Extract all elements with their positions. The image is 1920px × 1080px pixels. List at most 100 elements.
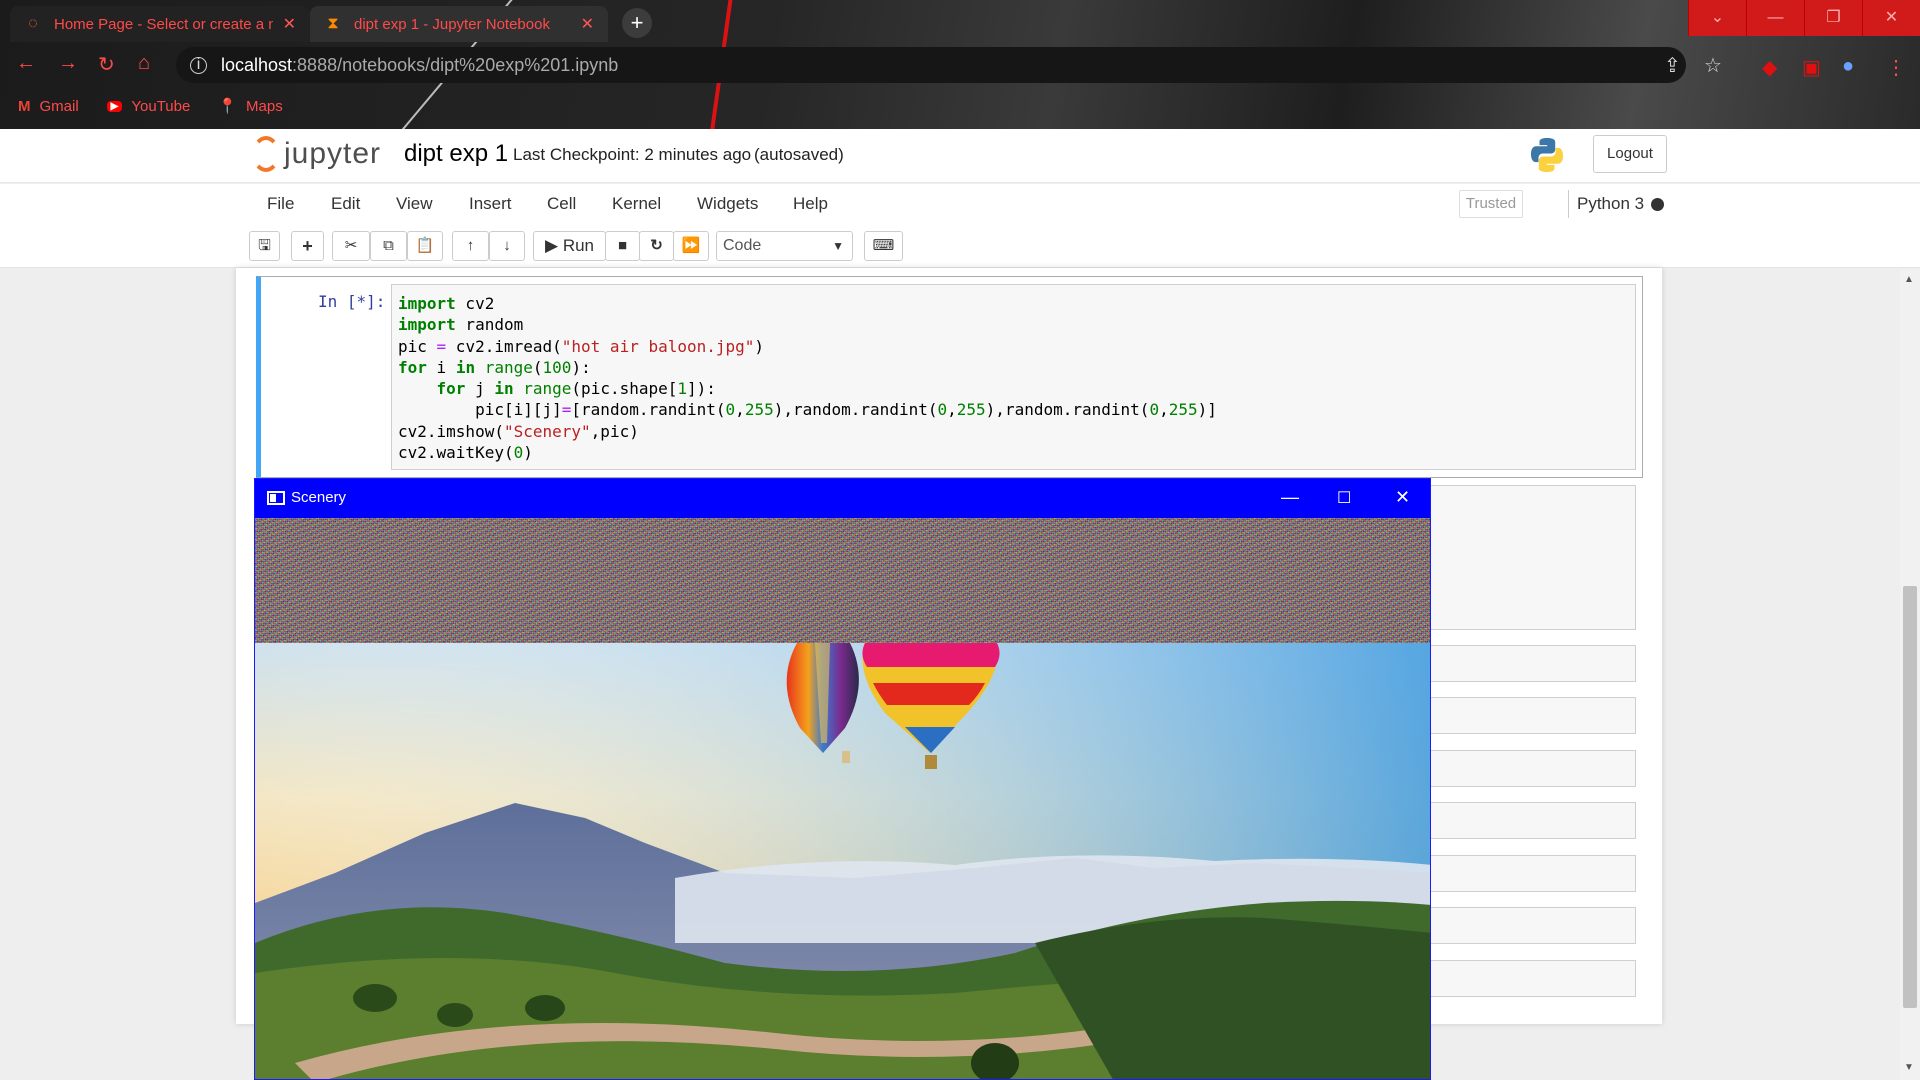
plus-icon: + [302, 236, 313, 256]
jupyter-logo-icon [252, 136, 280, 172]
run-label: Run [562, 236, 594, 255]
move-down-button[interactable]: ↓ [489, 231, 525, 261]
menu-cell[interactable]: Cell [547, 194, 576, 214]
code-line: for j in range(pic.shape[1]): [436, 379, 716, 399]
logout-button[interactable]: Logout [1593, 135, 1667, 173]
code-line: import random [398, 315, 524, 335]
empty-cell[interactable] [1430, 855, 1636, 892]
close-icon[interactable]: ✕ [1395, 487, 1410, 508]
menu-edit[interactable]: Edit [331, 194, 360, 214]
restore-window-icon[interactable]: ❐ [1804, 0, 1862, 36]
restart-kernel-button[interactable]: ↻ [639, 231, 674, 261]
minimize-icon[interactable]: — [1281, 487, 1299, 508]
tab-title: Home Page - Select or create a n [54, 15, 273, 33]
url-path: :8888/notebooks/dipt%20exp%201.ipynb [292, 54, 619, 75]
command-palette-button[interactable]: ⌨ [864, 231, 903, 261]
chevron-down-icon: ▼ [832, 239, 844, 253]
hot-air-balloon-photo [255, 643, 1430, 1079]
menu-view[interactable]: View [396, 194, 433, 214]
code-line: pic = cv2.imread("hot air baloon.jpg") [398, 336, 765, 356]
close-tab-icon[interactable]: ✕ [581, 14, 594, 34]
browser-menu-icon[interactable]: ⋮ [1886, 55, 1906, 80]
bookmark-gmail[interactable]: M Gmail [18, 98, 79, 115]
empty-cell[interactable] [1430, 960, 1636, 997]
interrupt-kernel-button[interactable]: ■ [605, 231, 640, 261]
bookmark-youtube[interactable]: ▶ YouTube [106, 97, 191, 115]
arrow-up-icon: ↑ [466, 237, 475, 254]
hourglass-icon: ⧗ [327, 15, 339, 32]
scrollbar-thumb[interactable] [1903, 586, 1917, 1008]
browser-tab-home[interactable]: ◌ Home Page - Select or create a n ✕ [10, 6, 310, 42]
close-window-icon[interactable]: ✕ [1862, 0, 1920, 36]
share-icon[interactable]: ⇪ [1664, 53, 1681, 78]
window-app-icon [267, 491, 285, 505]
notebook-name[interactable]: dipt exp 1 [404, 140, 508, 168]
copy-icon: ⧉ [383, 237, 394, 254]
bookmark-star-icon[interactable]: ☆ [1704, 53, 1722, 78]
bookmark-maps[interactable]: 📍 Maps [218, 97, 282, 116]
autosave-status: (autosaved) [754, 145, 844, 164]
code-line: pic[i][j]=[random.randint(0,255),random.… [398, 400, 1217, 420]
empty-cell[interactable] [1430, 750, 1636, 787]
address-bar[interactable]: i localhost:8888/notebooks/dipt%20exp%20… [176, 47, 1722, 83]
reload-icon[interactable]: ↻ [98, 52, 115, 77]
maps-icon: 📍 [218, 98, 238, 115]
page-scrollbar[interactable]: ▲ ▼ [1900, 270, 1920, 1080]
code-line: cv2.waitKey(0) [398, 443, 533, 463]
close-tab-icon[interactable]: ✕ [283, 14, 296, 34]
bookmark-label: YouTube [131, 97, 191, 115]
kernel-name[interactable]: Python 3 [1568, 190, 1644, 218]
paste-icon: 📋 [415, 237, 435, 254]
back-icon[interactable]: ← [16, 52, 36, 75]
forward-icon[interactable]: → [58, 52, 78, 75]
url-host: localhost [221, 54, 293, 75]
profile-avatar-icon[interactable]: ● [1842, 55, 1854, 78]
new-tab-button[interactable]: + [622, 8, 652, 38]
home-icon[interactable]: ⌂ [138, 52, 150, 75]
jupyter-logo[interactable]: jupyter [252, 136, 381, 172]
minimize-window-icon[interactable]: — [1746, 0, 1804, 36]
trusted-indicator[interactable]: Trusted [1459, 190, 1523, 218]
menu-widgets[interactable]: Widgets [697, 194, 758, 214]
opencv-image-window[interactable]: Scenery — ☐ ✕ [254, 478, 1431, 1080]
insert-cell-button[interactable]: + [291, 231, 324, 261]
extensions-puzzle-icon[interactable]: ▣ [1802, 55, 1821, 80]
code-editor[interactable]: import cv2 import random pic = cv2.imrea… [391, 284, 1636, 470]
run-button[interactable]: ▶ Run [533, 231, 606, 261]
empty-cell[interactable] [1430, 907, 1636, 944]
copy-button[interactable]: ⧉ [370, 231, 407, 261]
keyboard-icon: ⌨ [872, 237, 895, 254]
empty-cell[interactable] [1430, 802, 1636, 839]
menu-file[interactable]: File [267, 194, 294, 214]
youtube-icon: ▶ [106, 100, 123, 112]
site-info-icon[interactable]: i [190, 56, 207, 74]
window-titlebar[interactable]: Scenery — ☐ ✕ [255, 479, 1430, 518]
move-up-button[interactable]: ↑ [452, 231, 489, 261]
scroll-down-icon[interactable]: ▼ [1904, 1062, 1914, 1073]
restart-run-all-button[interactable]: ⏩ [673, 231, 709, 261]
save-button[interactable]: 🖫 [249, 231, 280, 261]
bookmarks-bar: M Gmail ▶ YouTube 📍 Maps [0, 92, 283, 120]
menu-kernel[interactable]: Kernel [612, 194, 661, 214]
jupyter-toolbar: 🖫 + ✂ ⧉ 📋 ↑ ↓ ▶ Run ■ ↻ ⏩ Code ▼ ⌨ [0, 224, 1920, 268]
fast-forward-icon: ⏩ [681, 237, 701, 254]
cell-type-select[interactable]: Code ▼ [716, 231, 853, 261]
stop-icon: ■ [617, 237, 628, 254]
tab-search-icon[interactable]: ⌄ [1688, 0, 1746, 36]
code-line: import cv2 [398, 294, 495, 313]
browser-tab-notebook[interactable]: ⧗ dipt exp 1 - Jupyter Notebook ✕ [310, 6, 608, 42]
extension-icon[interactable]: ◆ [1762, 55, 1777, 80]
window-controls: ⌄ — ❐ ✕ [1688, 0, 1920, 36]
scroll-up-icon[interactable]: ▲ [1904, 274, 1914, 285]
menu-help[interactable]: Help [793, 194, 828, 214]
restart-icon: ↻ [650, 237, 663, 254]
maximize-icon[interactable]: ☐ [1337, 488, 1351, 508]
python-logo-icon [1531, 138, 1563, 172]
empty-cell[interactable] [1430, 697, 1636, 734]
empty-cell[interactable] [1430, 645, 1636, 682]
menu-insert[interactable]: Insert [469, 194, 512, 214]
paste-button[interactable]: 📋 [407, 231, 443, 261]
code-line: cv2.imshow("Scenery",pic) [398, 421, 639, 441]
kernel-busy-indicator [1651, 198, 1664, 211]
cut-button[interactable]: ✂ [332, 231, 370, 261]
